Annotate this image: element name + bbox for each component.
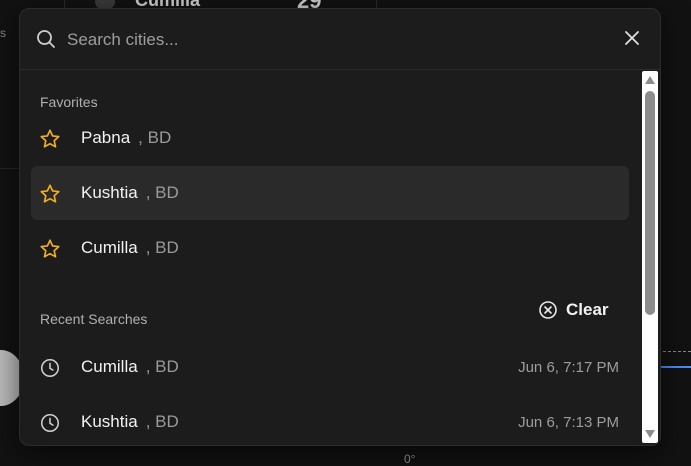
country-code: , BD bbox=[145, 238, 179, 257]
clear-recent-button[interactable]: Clear bbox=[538, 299, 609, 321]
country-code: , BD bbox=[145, 412, 179, 431]
search-time: Jun 6, 7:13 PM bbox=[518, 414, 619, 431]
search-time: Jun 6, 7:17 PM bbox=[518, 359, 619, 376]
clock-icon bbox=[40, 358, 60, 378]
recent-item[interactable]: Kushtia , BD Jun 6, 7:13 PM bbox=[31, 395, 629, 445]
city-name: Kushtia bbox=[81, 183, 138, 202]
favorite-item[interactable]: Cumilla , BD bbox=[31, 221, 629, 275]
city-name: Kushtia bbox=[81, 412, 138, 431]
star-icon[interactable] bbox=[39, 183, 61, 205]
clock-icon bbox=[40, 413, 60, 433]
city-name: Pabna bbox=[81, 128, 131, 147]
city-name: Cumilla bbox=[81, 238, 138, 257]
scroll-up-arrow-icon[interactable] bbox=[644, 75, 656, 85]
scrollbar[interactable] bbox=[642, 71, 658, 443]
background-degree: 0° bbox=[404, 452, 416, 466]
country-code: , BD bbox=[145, 357, 179, 376]
city-search-dialog: Favorites Pabna , BD Kushtia , BD Cumilla,… bbox=[19, 8, 661, 446]
circle-x-icon bbox=[539, 301, 557, 319]
scrollbar-thumb[interactable] bbox=[645, 91, 655, 315]
favorite-item[interactable]: Pabna , BD bbox=[31, 111, 629, 165]
chart-dashed-line bbox=[658, 351, 691, 352]
favorites-heading: Favorites bbox=[40, 94, 98, 110]
star-icon[interactable] bbox=[39, 128, 61, 150]
background-text: s bbox=[0, 26, 6, 40]
search-bar bbox=[20, 9, 660, 70]
star-icon[interactable] bbox=[39, 238, 61, 260]
clear-label: Clear bbox=[566, 300, 609, 319]
close-icon[interactable] bbox=[624, 30, 640, 46]
city-name: Cumilla bbox=[81, 357, 138, 376]
scroll-down-arrow-icon[interactable] bbox=[644, 429, 656, 439]
chart-line bbox=[658, 366, 691, 368]
search-input[interactable] bbox=[65, 27, 589, 53]
country-code: , BD bbox=[138, 128, 172, 147]
country-code: , BD bbox=[145, 183, 179, 202]
search-icon bbox=[37, 30, 55, 48]
divider bbox=[0, 168, 19, 169]
recent-searches-heading: Recent Searches bbox=[40, 311, 148, 327]
recent-item[interactable]: Cumilla , BD Jun 6, 7:17 PM bbox=[31, 340, 629, 394]
favorite-item[interactable]: Kushtia , BD bbox=[31, 166, 629, 220]
